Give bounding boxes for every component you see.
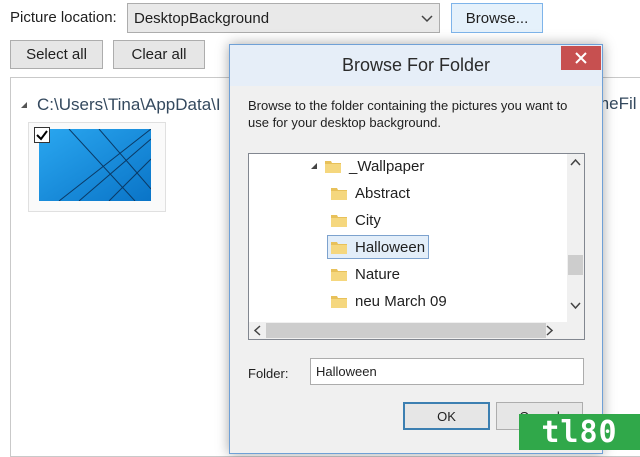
close-icon (575, 52, 587, 64)
picture-location-value: DesktopBackground (134, 9, 270, 27)
h-scrollbar-thumb[interactable] (266, 323, 546, 338)
folder-label: Folder: (248, 366, 289, 381)
dialog-title-bar[interactable]: Browse For Folder (230, 45, 602, 86)
tree-item-label: Abstract (355, 184, 411, 202)
folder-icon (331, 269, 347, 281)
select-all-label: Select all (26, 46, 87, 63)
close-button[interactable] (561, 46, 601, 70)
folder-icon (331, 296, 347, 308)
collapse-arrow-icon[interactable] (309, 161, 319, 171)
tree-item-label: City (355, 211, 381, 229)
scroll-left-icon[interactable] (253, 325, 261, 336)
vertical-scrollbar[interactable] (567, 154, 584, 322)
folder-input-value: Halloween (316, 364, 377, 379)
tree-item-label: Nature (355, 265, 401, 283)
checkmark-icon (36, 130, 48, 141)
scroll-up-icon[interactable] (570, 158, 581, 166)
scroll-down-icon[interactable] (570, 302, 581, 310)
picture-thumbnail-tile[interactable] (28, 122, 166, 212)
folder-icon (331, 188, 347, 200)
picture-location-label: Picture location: (10, 9, 117, 26)
dialog-title: Browse For Folder (341, 55, 491, 75)
folder-tree[interactable]: _Wallpaper Abstract City Halloween Natur… (248, 153, 585, 340)
tree-item-nature[interactable]: Nature (331, 262, 400, 286)
browse-for-folder-dialog: Browse For Folder Browse to the folder c… (229, 44, 603, 454)
folder-path-text: C:\Users\Tina\AppData\I (37, 95, 221, 114)
dialog-instructions: Browse to the folder containing the pict… (248, 98, 568, 130)
picture-location-select[interactable]: DesktopBackground (127, 3, 440, 33)
tree-item-abstract[interactable]: Abstract (331, 181, 410, 205)
wallpaper-thumbnail (39, 129, 151, 201)
clear-all-button[interactable]: Clear all (113, 40, 205, 69)
folder-icon (331, 242, 347, 254)
scroll-right-icon[interactable] (546, 325, 554, 336)
tree-item-city[interactable]: City (331, 208, 381, 232)
site-logo: tl80 (519, 414, 640, 450)
tree-item-halloween[interactable]: Halloween (327, 235, 429, 259)
folder-icon (325, 161, 341, 173)
tree-item-neu-march-09[interactable]: neu March 09 (331, 289, 447, 313)
ok-button[interactable]: OK (403, 402, 490, 430)
tree-item-label: neu March 09 (355, 292, 447, 310)
tree-item-label: Halloween (355, 238, 426, 256)
clear-all-label: Clear all (131, 46, 187, 63)
folder-icon (331, 215, 347, 227)
logo-text: tl80 (541, 414, 618, 450)
tree-item-label: _Wallpaper (349, 157, 425, 175)
horizontal-scrollbar[interactable] (249, 322, 584, 339)
expand-arrow-icon[interactable] (19, 100, 29, 110)
chevron-down-icon (421, 15, 433, 23)
browse-button-label: Browse... (465, 9, 529, 27)
thumbnail-checkbox[interactable] (34, 127, 50, 143)
scrollbar-thumb[interactable] (568, 255, 583, 275)
ok-button-label: OK (437, 408, 456, 424)
folder-input[interactable]: Halloween (310, 358, 584, 385)
browse-button[interactable]: Browse... (451, 3, 543, 33)
tree-item-wallpaper[interactable]: _Wallpaper (309, 154, 424, 178)
select-all-button[interactable]: Select all (10, 40, 103, 69)
